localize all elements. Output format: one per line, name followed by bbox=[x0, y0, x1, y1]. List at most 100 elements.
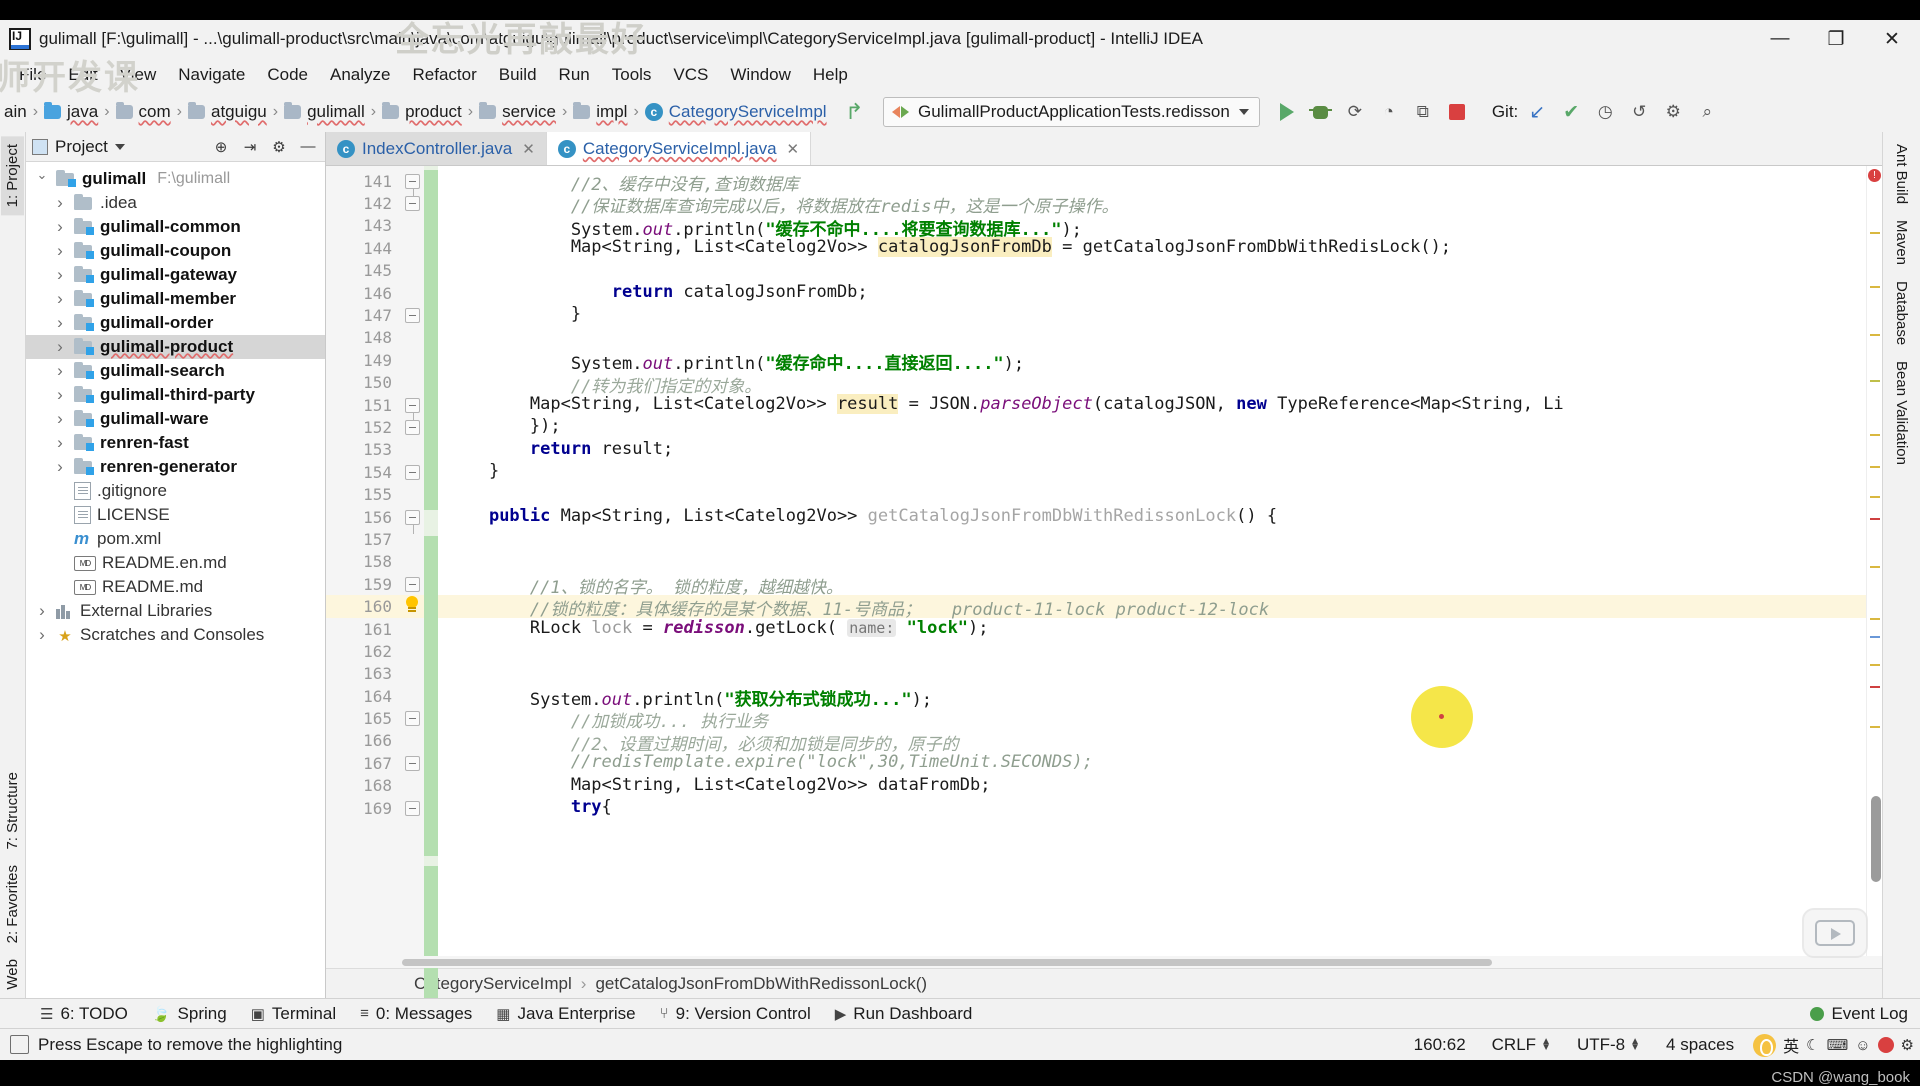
code-line[interactable] bbox=[438, 483, 1866, 505]
tree-node-gulimall-gateway[interactable]: gulimall-gateway bbox=[26, 263, 325, 287]
collapse-all-button[interactable]: ⇥ bbox=[239, 136, 261, 158]
line-number[interactable]: 160 bbox=[326, 595, 402, 618]
project-settings-button[interactable]: ⚙ bbox=[268, 136, 290, 158]
menu-file[interactable]: File bbox=[8, 62, 57, 88]
code-line[interactable] bbox=[438, 528, 1866, 550]
back-arrow-icon[interactable]: ↰ bbox=[845, 99, 863, 125]
project-tree[interactable]: gulimall F:\gulimall .idea gulimall-common g… bbox=[26, 162, 325, 998]
stop-button[interactable] bbox=[1442, 97, 1472, 127]
breadcrumb-atguigu[interactable]: atguigu bbox=[184, 100, 271, 124]
tool-button-todo[interactable]: ☰ 6: TODO bbox=[28, 1001, 140, 1027]
code-line[interactable]: //2、缓存中没有,查询数据库 bbox=[438, 170, 1866, 195]
chevron-right-icon[interactable] bbox=[52, 337, 68, 357]
scroll-from-source-button[interactable]: ⊕ bbox=[210, 136, 232, 158]
menu-tools[interactable]: Tools bbox=[601, 62, 663, 88]
chevron-right-icon[interactable] bbox=[52, 385, 68, 405]
code-line[interactable]: System.out.println("缓存不命中....将要查询数据库..."… bbox=[438, 215, 1866, 240]
rail-tab-maven[interactable]: Maven bbox=[1890, 212, 1913, 273]
maximize-button[interactable]: ❐ bbox=[1808, 20, 1864, 58]
git-history-button[interactable]: ◷ bbox=[1590, 97, 1620, 127]
line-number[interactable]: 149 bbox=[326, 349, 402, 371]
line-number[interactable]: 154 bbox=[326, 461, 402, 483]
line-number[interactable]: 163 bbox=[326, 663, 402, 685]
horizontal-scrollbar[interactable] bbox=[326, 956, 1882, 968]
menu-navigate[interactable]: Navigate bbox=[167, 62, 256, 88]
chevron-right-icon[interactable] bbox=[34, 601, 50, 621]
tree-node-pom-xml[interactable]: m pom.xml bbox=[26, 527, 325, 551]
line-number[interactable]: 156 bbox=[326, 506, 402, 528]
code-folding-gutter[interactable] bbox=[402, 166, 424, 968]
line-number[interactable]: 150 bbox=[326, 372, 402, 394]
chevron-right-icon[interactable] bbox=[52, 409, 68, 429]
menu-analyze[interactable]: Analyze bbox=[319, 62, 401, 88]
intention-bulb-icon[interactable] bbox=[403, 596, 421, 616]
git-update-button[interactable]: ↙ bbox=[1522, 97, 1552, 127]
code-line[interactable] bbox=[438, 260, 1866, 282]
rail-tab-database[interactable]: Database bbox=[1890, 273, 1913, 353]
line-number[interactable]: 159 bbox=[326, 573, 402, 595]
chevron-right-icon[interactable] bbox=[52, 265, 68, 285]
rail-tab-project[interactable]: 1: Project bbox=[1, 136, 24, 216]
tree-node-gulimall-ware[interactable]: gulimall-ware bbox=[26, 407, 325, 431]
menu-help[interactable]: Help bbox=[802, 62, 859, 88]
tree-node-readme-md[interactable]: MD README.md bbox=[26, 575, 325, 599]
tree-node-idea[interactable]: .idea bbox=[26, 191, 325, 215]
debug-button[interactable] bbox=[1306, 97, 1336, 127]
line-number[interactable]: 162 bbox=[326, 640, 402, 662]
error-stripe[interactable]: ! bbox=[1866, 166, 1882, 968]
tree-node-gulimall-coupon[interactable]: gulimall-coupon bbox=[26, 239, 325, 263]
vertical-scrollbar-thumb[interactable] bbox=[1871, 796, 1881, 882]
line-number[interactable]: 165 bbox=[326, 707, 402, 729]
editor-tab-categoryserviceimpl[interactable]: c CategoryServiceImpl.java ✕ bbox=[546, 132, 812, 165]
tree-node-gulimall-third-party[interactable]: gulimall-third-party bbox=[26, 383, 325, 407]
rail-tab-ant-build[interactable]: Ant Build bbox=[1890, 136, 1913, 212]
breadcrumb-impl[interactable]: impl bbox=[569, 100, 631, 124]
run-configuration-selector[interactable]: GulimallProductApplicationTests.redisson bbox=[883, 97, 1260, 127]
code-line[interactable] bbox=[438, 551, 1866, 573]
line-number[interactable]: 158 bbox=[326, 551, 402, 573]
chevron-right-icon[interactable] bbox=[52, 361, 68, 381]
tool-button-run-dashboard[interactable]: ▶ Run Dashboard bbox=[823, 1001, 985, 1027]
run-button[interactable] bbox=[1272, 97, 1302, 127]
tree-node-renren-fast[interactable]: renren-fast bbox=[26, 431, 325, 455]
line-separator-selector[interactable]: CRLF ▲ ▼ bbox=[1479, 1035, 1564, 1055]
breadcrumb-product[interactable]: product bbox=[378, 100, 466, 124]
tree-node-external-libraries[interactable]: External Libraries bbox=[26, 599, 325, 623]
tree-node-readme-en-md[interactable]: MD README.en.md bbox=[26, 551, 325, 575]
close-tab-icon[interactable]: ✕ bbox=[787, 140, 800, 158]
code-line[interactable]: public Map<String, List<Catelog2Vo>> get… bbox=[438, 506, 1866, 528]
fold-toggle-icon[interactable] bbox=[405, 756, 420, 772]
menu-view[interactable]: View bbox=[109, 62, 168, 88]
chevron-right-icon[interactable] bbox=[52, 217, 68, 237]
line-number[interactable]: 166 bbox=[326, 730, 402, 752]
breadcrumb-service[interactable]: service bbox=[475, 100, 560, 124]
close-tab-icon[interactable]: ✕ bbox=[522, 140, 535, 158]
chevron-right-icon[interactable] bbox=[52, 457, 68, 477]
close-button[interactable]: ✕ bbox=[1864, 20, 1920, 58]
code-editor[interactable]: 141 142 143 144 145 146 147 148 149 150 151 152 153 1… bbox=[326, 166, 1882, 1016]
tree-node-gulimall-member[interactable]: gulimall-member bbox=[26, 287, 325, 311]
line-number[interactable]: 141 bbox=[326, 170, 402, 192]
fold-toggle-icon[interactable] bbox=[405, 577, 420, 593]
code-line[interactable]: Map<String, List<Catelog2Vo>> dataFromDb… bbox=[438, 775, 1866, 797]
line-number[interactable]: 161 bbox=[326, 618, 402, 640]
breadcrumb-method-name[interactable]: getCatalogJsonFromDbWithRedissonLock() bbox=[595, 974, 927, 994]
line-number[interactable]: 151 bbox=[326, 394, 402, 416]
code-line[interactable]: //保证数据库查询完成以后，将数据放在redis中，这是一个原子操作。 bbox=[438, 192, 1866, 217]
fold-toggle-icon[interactable] bbox=[405, 509, 420, 534]
minimize-button[interactable]: — bbox=[1752, 20, 1808, 58]
chevron-down-icon[interactable] bbox=[34, 171, 50, 187]
code-line[interactable]: return catalogJsonFromDb; bbox=[438, 282, 1866, 304]
menu-vcs[interactable]: VCS bbox=[662, 62, 719, 88]
chevron-right-icon[interactable] bbox=[52, 289, 68, 309]
ime-keyboard-icon[interactable]: ⌨ bbox=[1827, 1036, 1849, 1054]
ime-language-label[interactable]: 英 bbox=[1783, 1033, 1799, 1057]
rail-tab-favorites[interactable]: 2: Favorites bbox=[1, 857, 24, 951]
code-line[interactable] bbox=[438, 327, 1866, 349]
tree-node-scratches-and-consoles[interactable]: ★ Scratches and Consoles bbox=[26, 623, 325, 647]
line-number[interactable]: 144 bbox=[326, 237, 402, 259]
chevron-right-icon[interactable] bbox=[52, 241, 68, 261]
line-number[interactable]: 153 bbox=[326, 439, 402, 461]
breadcrumb-gulimall[interactable]: gulimall bbox=[280, 100, 369, 124]
ime-settings-icon[interactable]: ⚙ bbox=[1901, 1036, 1914, 1054]
